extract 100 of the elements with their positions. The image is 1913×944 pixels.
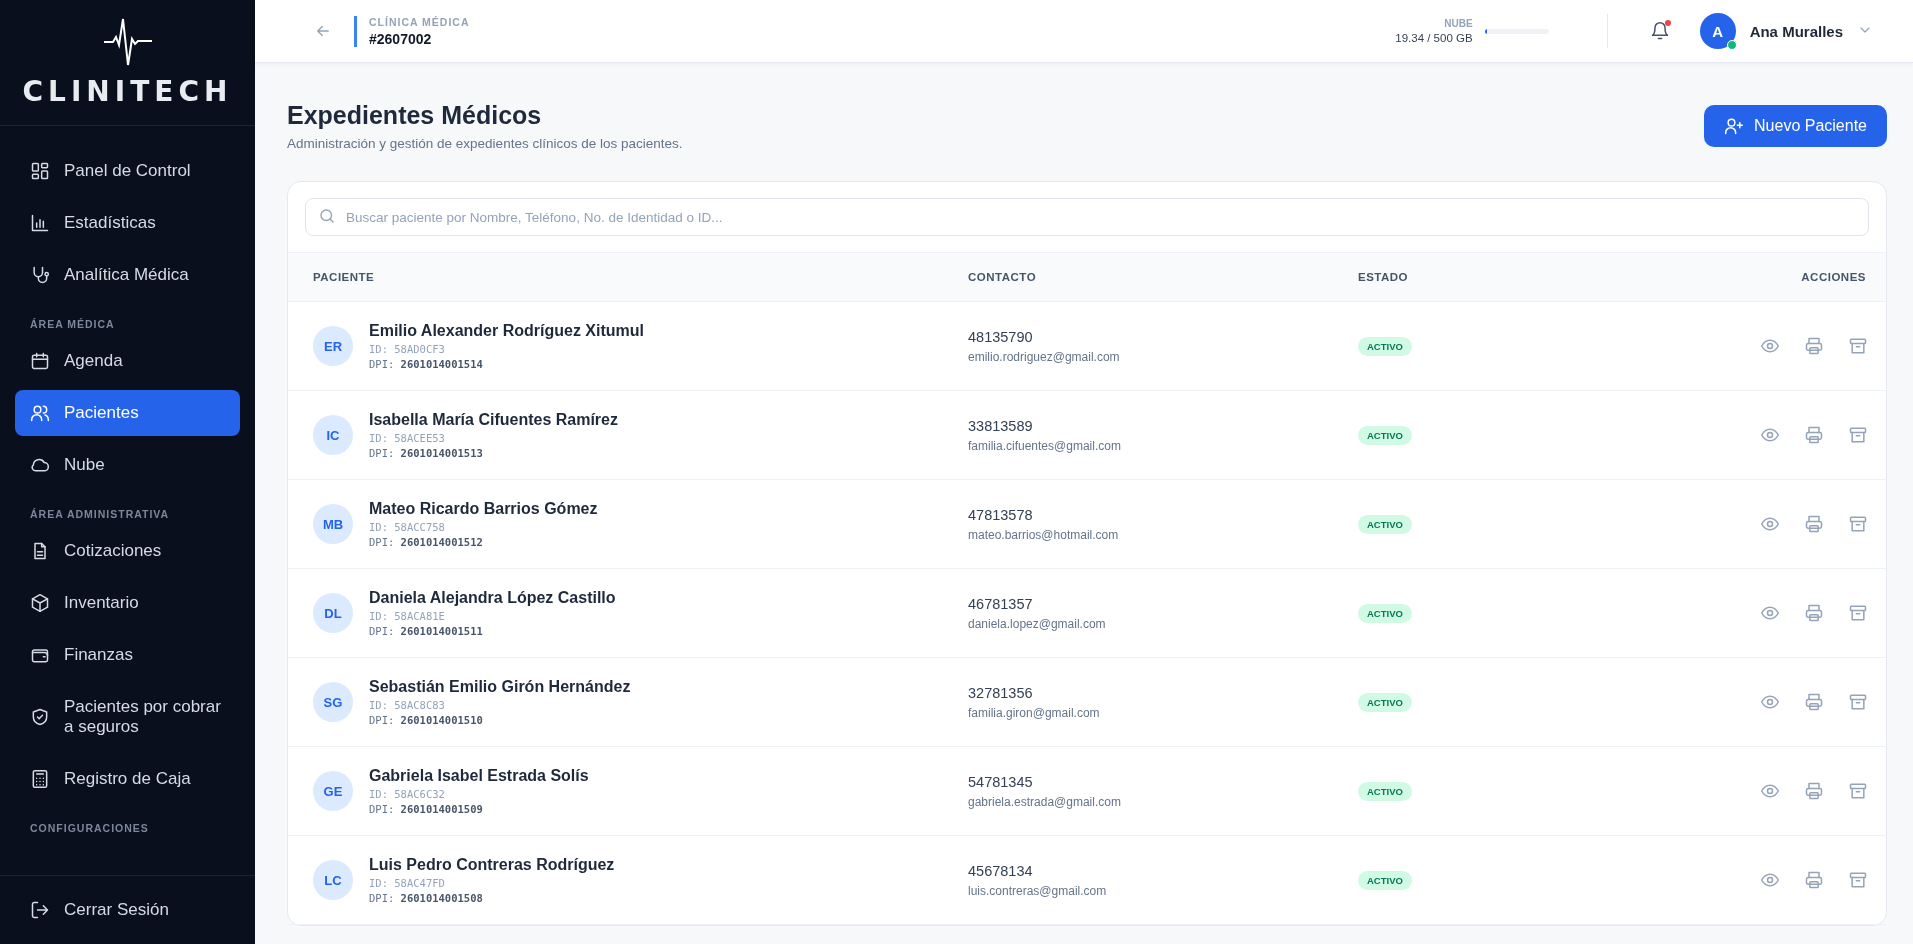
patient-phone: 46781357 (968, 595, 1034, 612)
view-button[interactable] (1760, 514, 1780, 534)
sidebar-item[interactable]: Nube (15, 442, 240, 488)
sidebar-item[interactable]: Cotizaciones (15, 528, 240, 574)
print-button[interactable] (1804, 514, 1824, 534)
archive-box-icon (1848, 336, 1868, 356)
section-heading: CONFIGURACIONES (29, 821, 150, 836)
patient-avatar: DL (313, 593, 353, 633)
eye-icon (1760, 603, 1780, 623)
patient-phone: 47813578 (968, 506, 1034, 523)
archive-button[interactable] (1848, 603, 1868, 623)
section-heading: ÁREA MÉDICA (29, 317, 116, 332)
patient-email: emilio.rodriguez@gmail.com (968, 349, 1120, 364)
sidebar-item[interactable]: Pacientes por cobrar a seguros (15, 684, 240, 750)
box-icon (30, 593, 50, 613)
view-button[interactable] (1760, 603, 1780, 623)
patient-dpi: DPI: 2601014001508 (369, 892, 484, 904)
print-button[interactable] (1804, 425, 1824, 445)
archive-button[interactable] (1848, 336, 1868, 356)
eye-icon (1760, 514, 1780, 534)
print-button[interactable] (1804, 870, 1824, 890)
printer-icon (1804, 514, 1824, 534)
archive-box-icon (1848, 870, 1868, 890)
storage-label: NUBE (1443, 18, 1473, 29)
printer-icon (1804, 781, 1824, 801)
sidebar-item[interactable]: Inventario (15, 580, 240, 626)
print-button[interactable] (1804, 336, 1824, 356)
view-button[interactable] (1760, 781, 1780, 801)
print-button[interactable] (1804, 781, 1824, 801)
sidebar-item[interactable]: Agenda (15, 338, 240, 384)
archive-button[interactable] (1848, 425, 1868, 445)
section-heading: ÁREA ADMINISTRATIVA (29, 507, 171, 522)
archive-box-icon (1848, 781, 1868, 801)
view-button[interactable] (1760, 336, 1780, 356)
sidebar-item[interactable]: Panel de Control (15, 148, 240, 194)
printer-icon (1804, 336, 1824, 356)
eye-icon (1760, 870, 1780, 890)
sidebar-item[interactable]: Registro de Caja (15, 756, 240, 802)
archive-box-icon (1848, 425, 1868, 445)
patient-avatar: IC (313, 415, 353, 455)
printer-icon (1804, 692, 1824, 712)
print-button[interactable] (1804, 603, 1824, 623)
users-icon (30, 403, 50, 423)
page-subtitle: Administración y gestión de expedientes clínicos de los pacientes. (287, 136, 683, 151)
patient-dpi: DPI: 2601014001514 (369, 358, 484, 370)
search-field[interactable]: Buscar paciente por Nombre, Teléfono, No. de Identidad o ID... (305, 198, 1869, 236)
view-button[interactable] (1760, 692, 1780, 712)
patient-email: daniela.lopez@gmail.com (968, 616, 1106, 631)
patient-email: familia.cifuentes@gmail.com (968, 438, 1121, 453)
patient-phone: 32781356 (968, 684, 1034, 701)
print-button[interactable] (1804, 692, 1824, 712)
patient-email: familia.giron@gmail.com (968, 705, 1100, 720)
patient-dpi: DPI: 2601014001510 (369, 714, 484, 726)
user-plus-icon (1724, 116, 1745, 136)
patient-id: ID: 58AC8C83 (369, 699, 446, 711)
archive-button[interactable] (1848, 870, 1868, 890)
patient-avatar: MB (313, 504, 353, 544)
view-button[interactable] (1760, 870, 1780, 890)
patient-dpi: DPI: 2601014001509 (369, 803, 484, 815)
search-icon (318, 207, 336, 225)
sidebar-item[interactable]: Estadísticas (15, 200, 240, 246)
patient-avatar: LC (313, 860, 353, 900)
eye-icon (1760, 425, 1780, 445)
patient-name: Isabella María Cifuentes Ramírez (369, 411, 618, 429)
heartbeat-logo-icon (102, 17, 153, 67)
patient-phone: 45678134 (968, 862, 1034, 879)
grid-icon (30, 161, 50, 181)
patient-name: Gabriela Isabel Estrada Solís (369, 767, 589, 785)
user-menu[interactable]: A Ana Muralles (1699, 13, 1873, 49)
storage-reading: 19.34 / 500 GB (1395, 32, 1473, 44)
archive-button[interactable] (1848, 692, 1868, 712)
patient-email: gabriela.estrada@gmail.com (968, 794, 1121, 809)
column-header: ESTADO (1358, 252, 1686, 302)
patient-avatar: GE (313, 771, 353, 811)
printer-icon (1804, 870, 1824, 890)
sidebar-item[interactable]: Pacientes (15, 390, 240, 436)
patient-email: luis.contreras@gmail.com (968, 883, 1107, 898)
new-patient-button[interactable]: Nuevo Paciente (1704, 105, 1887, 147)
patient-name: Sebastián Emilio Girón Hernández (369, 678, 631, 696)
archive-button[interactable] (1848, 781, 1868, 801)
eye-icon (1760, 781, 1780, 801)
status-badge: ACTIVO (1358, 336, 1412, 356)
archive-button[interactable] (1848, 514, 1868, 534)
status-badge: ACTIVO (1358, 603, 1412, 623)
status-badge: ACTIVO (1358, 781, 1412, 801)
status-badge: ACTIVO (1358, 425, 1412, 445)
patient-dpi: DPI: 2601014001513 (369, 447, 484, 459)
column-header: CONTACTO (968, 252, 1358, 302)
patient-id: ID: 58ACA81E (369, 610, 446, 622)
patient-email: mateo.barrios@hotmail.com (968, 527, 1119, 542)
column-header: PACIENTE (288, 252, 968, 302)
stethoscope-icon (30, 265, 50, 285)
patient-id: ID: 58AD0CF3 (369, 343, 446, 355)
patient-id: ID: 58AC47FD (369, 877, 446, 889)
view-button[interactable] (1760, 425, 1780, 445)
patient-avatar: ER (313, 326, 353, 366)
eye-icon (1760, 336, 1780, 356)
sidebar-item[interactable]: Finanzas (15, 632, 240, 678)
patient-id: ID: 58ACEE53 (369, 432, 446, 444)
sidebar-item[interactable]: Analítica Médica (15, 252, 240, 298)
